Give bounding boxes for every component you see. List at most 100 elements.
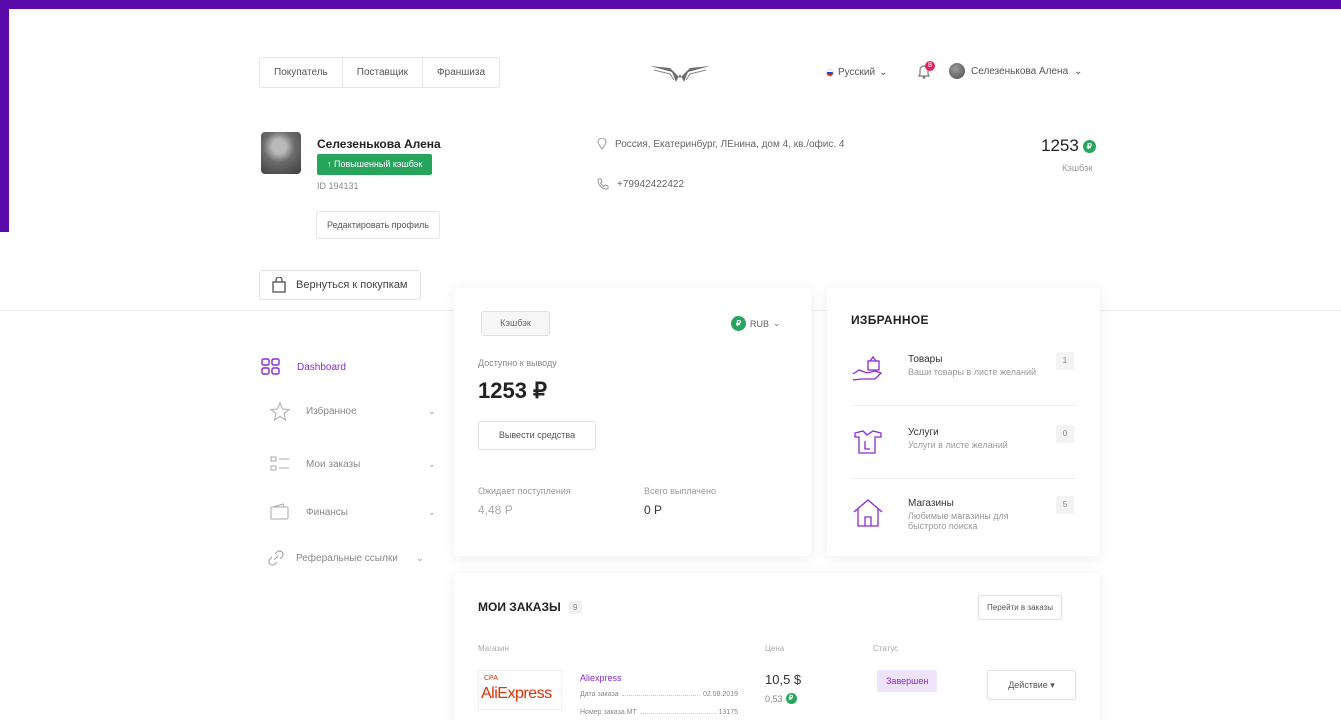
left-frame-bar: [0, 0, 9, 232]
sidebar-item-favorites[interactable]: Избранное ⌄: [270, 402, 436, 421]
chevron-down-icon: ⌄: [1074, 65, 1083, 77]
user-menu-name: Селезенькова Алена: [971, 65, 1069, 77]
cashback-total-value: 1253: [1041, 136, 1079, 155]
currency-label: RUB: [750, 318, 770, 329]
location-pin-icon: [597, 138, 607, 150]
tab-franchise[interactable]: Франшиза: [423, 58, 499, 87]
balance-card: Кэшбэк ₽ RUB ⌄ Доступно к выводу 1253 ₽ …: [454, 288, 811, 556]
cashback-level-badge: ↑ Повышенный кэшбэк: [317, 154, 433, 175]
link-icon: [268, 550, 284, 566]
avatar: [949, 63, 965, 79]
address-text: Россия, Екатеринбург, ЛЕнина, дом 4, кв.…: [615, 138, 845, 150]
divider: [851, 405, 1076, 406]
available-value: 1253 ₽: [478, 378, 548, 403]
service-icon: [854, 430, 882, 454]
store-name-link[interactable]: Aliexpress: [580, 673, 622, 683]
logo-wordmark-b: Express: [497, 685, 552, 702]
profile-name: Селезенькова Алена: [317, 137, 441, 151]
column-header-price: Цена: [765, 644, 785, 653]
chevron-down-icon: ⌄: [879, 67, 888, 78]
profile-phone: +79942422422: [597, 178, 684, 190]
tab-cashback[interactable]: Кэшбэк: [481, 311, 550, 336]
order-number-label: Номер заказа МТ: [580, 709, 637, 716]
cashback-caption: Кэшбэк: [1062, 163, 1093, 173]
sidebar-item-label: Мои заказы: [306, 458, 361, 470]
tab-supplier[interactable]: Поставщик: [343, 58, 424, 87]
language-selector[interactable]: Русский ⌄: [826, 67, 888, 78]
back-label: Вернуться к покупкам: [296, 279, 408, 291]
withdraw-button[interactable]: Вывести средства: [478, 421, 596, 450]
chevron-down-icon: ⌄: [773, 318, 781, 328]
order-number-value: 13175: [718, 709, 738, 716]
house-icon: [853, 499, 883, 527]
user-menu[interactable]: Селезенькова Алена ⌄: [949, 63, 1083, 79]
orders-card: МОИ ЗАКАЗЫ 9 Перейти в заказы Магазин Це…: [454, 573, 1100, 720]
orders-title-text: МОИ ЗАКАЗЫ: [478, 600, 561, 614]
notifications-button[interactable]: 8: [916, 61, 935, 80]
orders-title: МОИ ЗАКАЗЫ 9: [478, 600, 582, 614]
order-date-label: Дата заказа: [580, 691, 619, 698]
order-date-value: 02.08.2019: [702, 691, 738, 698]
favorites-item-title: Магазины: [908, 498, 954, 509]
status-badge: Завершен: [877, 670, 938, 692]
logo-wordmark: AliExpress: [481, 685, 552, 703]
shopping-bag-icon: [272, 277, 286, 293]
flag-ru-icon: [826, 68, 834, 77]
favorites-item-desc: Любимые магазины для быстрого поиска: [908, 511, 1009, 531]
order-number-line: Номер заказа МТ 13175: [580, 709, 738, 716]
column-header-status: Статус: [873, 644, 899, 653]
favorites-item-count: 0: [1056, 425, 1074, 443]
dotted-leader: [621, 691, 700, 696]
star-icon: [270, 402, 290, 421]
profile-avatar: [261, 132, 301, 174]
orders-count-badge: 9: [568, 600, 582, 614]
phone-text: +79942422422: [617, 178, 685, 190]
chevron-down-icon: ⌄: [428, 406, 436, 416]
logo-wings-icon[interactable]: [648, 60, 712, 86]
sidebar-item-dashboard[interactable]: Dashboard: [261, 358, 346, 376]
profile-id: ID 194131: [317, 181, 359, 191]
sidebar-item-finance[interactable]: Финансы ⌄: [270, 503, 436, 521]
order-action-dropdown[interactable]: Действие ▾: [987, 670, 1076, 700]
favorites-item-count: 1: [1056, 352, 1074, 370]
order-cashback-value: 0,53: [765, 693, 783, 704]
top-frame-bar: [0, 0, 1341, 9]
notifications-badge: 8: [925, 61, 935, 71]
chevron-down-icon: ⌄: [428, 458, 436, 469]
edit-profile-button[interactable]: Редактировать профиль: [316, 211, 440, 239]
order-date-line: Дата заказа 02.08.2019: [580, 691, 738, 698]
sidebar-item-label: Финансы: [306, 506, 348, 518]
tab-buyer[interactable]: Покупатель: [260, 58, 343, 87]
back-to-shopping-button[interactable]: Вернуться к покупкам: [259, 270, 421, 300]
cashback-total: 1253 ₽: [1041, 136, 1096, 156]
sidebar-item-label: Реферальные ссылки: [296, 552, 398, 564]
sidebar-item-referral[interactable]: Реферальные ссылки ⌄: [266, 549, 424, 567]
favorites-item-title: Услуги: [908, 427, 939, 438]
phone-icon: [597, 178, 609, 190]
language-label: Русский: [838, 67, 876, 78]
list-icon: [270, 456, 289, 471]
ruble-coin-icon: ₽: [1082, 139, 1096, 153]
go-to-orders-button[interactable]: Перейти в заказы: [978, 595, 1062, 620]
favorites-item-title: Товары: [908, 354, 943, 365]
sidebar-item-label: Избранное: [306, 406, 357, 417]
column-header-store: Магазин: [478, 644, 509, 653]
pending-value: 4,48 Р: [478, 503, 513, 517]
paid-value: 0 Р: [644, 503, 663, 517]
role-tabs: Покупатель Поставщик Франшиза: [259, 57, 501, 88]
favorites-card: ИЗБРАННОЕ Товары Ваши товары в листе жел…: [827, 288, 1100, 556]
order-price: 10,5 $: [765, 672, 802, 687]
ruble-coin-icon: ₽: [731, 316, 746, 331]
sidebar-item-orders[interactable]: Мои заказы ⌄: [270, 455, 436, 473]
favorites-item-desc: Услуги в листе желаний: [908, 440, 1008, 450]
wallet-icon: [270, 503, 289, 520]
paid-label: Всего выплачено: [644, 486, 716, 496]
favorites-title: ИЗБРАННОЕ: [851, 313, 929, 327]
logo-wordmark-a: Ali: [481, 685, 498, 702]
chevron-down-icon: ⌄: [428, 506, 436, 517]
chevron-down-icon: ⌄: [416, 552, 424, 563]
store-logo-aliexpress: CPA AliExpress: [478, 670, 562, 710]
dotted-leader: [639, 709, 716, 714]
hand-gift-icon: [852, 355, 883, 381]
currency-selector[interactable]: ₽ RUB ⌄: [731, 316, 781, 331]
